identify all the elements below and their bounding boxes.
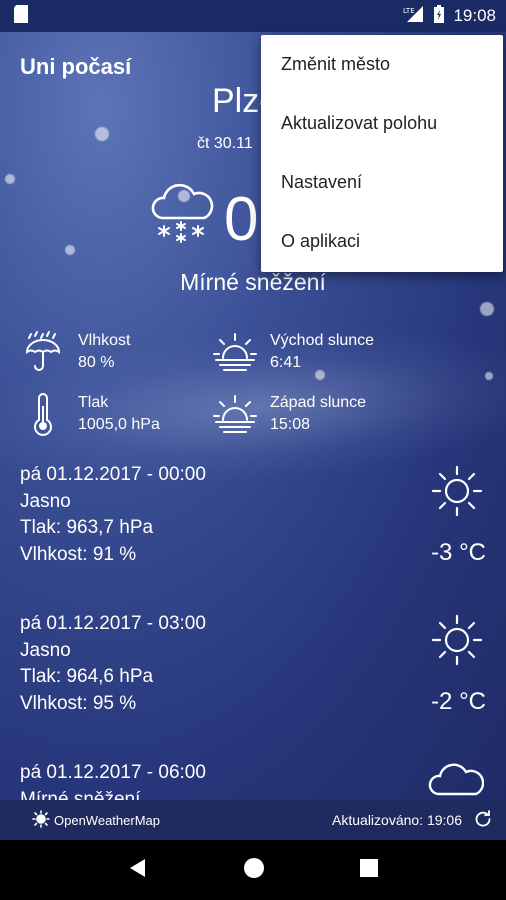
forecast-datetime: pá 01.12.2017 - 06:00 xyxy=(20,762,206,783)
detail-label: Tlak xyxy=(78,394,109,411)
menu-item-update-location[interactable]: Aktualizovat polohu xyxy=(261,94,503,153)
snowflake-decoration xyxy=(95,127,109,141)
menu-item-settings[interactable]: Nastavení xyxy=(261,153,503,212)
forecast-humidity: Vlhkost: 91 % xyxy=(20,543,137,565)
forecast-pressure: Tlak: 963,7 hPa xyxy=(20,517,154,538)
openweathermap-logo-icon xyxy=(32,809,50,831)
detail-sunset: Západ slunce 15:08 xyxy=(210,392,366,442)
status-time: 19:08 xyxy=(453,6,496,25)
provider-name: OpenWeatherMap xyxy=(54,812,160,828)
forecast-item[interactable]: pá 01.12.2017 - 03:00 Jasno Tlak: 964,6 … xyxy=(0,611,506,751)
detail-value: 6:41 xyxy=(270,354,302,371)
status-bar: LTE 19:08 xyxy=(0,0,506,32)
snow-cloud-icon xyxy=(428,760,485,800)
battery-icon xyxy=(433,4,445,29)
snowflake-decoration xyxy=(485,372,493,380)
umbrella-rain-icon xyxy=(18,330,68,380)
svg-text:LTE: LTE xyxy=(403,7,415,15)
recents-icon[interactable] xyxy=(359,858,379,883)
snow-cloud-icon xyxy=(148,180,214,249)
updated-time: Aktualizováno: 19:06 xyxy=(332,812,462,828)
footer-bar: OpenWeatherMap Aktualizováno: 19:06 xyxy=(0,800,506,840)
forecast-item[interactable]: pá 01.12.2017 - 06:00 Mírné sněžení xyxy=(0,760,506,800)
sunset-icon xyxy=(210,392,260,442)
forecast-datetime: pá 01.12.2017 - 03:00 xyxy=(20,613,206,634)
forecast-condition: Mírné sněžení xyxy=(20,788,141,801)
refresh-icon[interactable] xyxy=(474,809,492,831)
detail-label: Vlhkost xyxy=(78,332,131,349)
detail-label: Východ slunce xyxy=(270,332,375,349)
detail-value: 1005,0 hPa xyxy=(78,416,160,433)
forecast-humidity: Vlhkost: 95 % xyxy=(20,692,137,714)
detail-pressure: Tlak 1005,0 hPa xyxy=(18,392,160,442)
menu-item-change-city[interactable]: Změnit město xyxy=(261,35,503,94)
forecast-condition: Jasno xyxy=(20,490,71,512)
detail-label: Západ slunce xyxy=(270,394,367,411)
sd-card-icon xyxy=(12,4,30,29)
detail-humidity: Vlhkost 80 % xyxy=(18,330,130,380)
forecast-datetime: pá 01.12.2017 - 00:00 xyxy=(20,464,206,485)
back-icon[interactable] xyxy=(127,857,149,884)
snowflake-decoration xyxy=(480,302,494,316)
forecast-temperature: -2 °C xyxy=(431,688,486,715)
overflow-menu: Změnit město Aktualizovat polohu Nastave… xyxy=(261,35,503,272)
detail-value: 80 % xyxy=(78,354,115,371)
home-icon[interactable] xyxy=(242,856,266,885)
snowflake-decoration xyxy=(5,174,15,184)
snowflake-decoration xyxy=(65,245,75,255)
current-condition: Mírné sněžení xyxy=(180,269,326,295)
forecast-temperature: -3 °C xyxy=(431,539,486,566)
forecast-condition: Jasno xyxy=(20,639,71,661)
sun-icon xyxy=(430,464,484,523)
detail-sunrise: Východ slunce 6:41 xyxy=(210,330,374,380)
forecast-item[interactable]: pá 01.12.2017 - 00:00 Jasno Tlak: 963,7 … xyxy=(0,462,506,602)
sunrise-icon xyxy=(210,330,260,380)
current-temperature: 0 xyxy=(224,185,259,254)
navigation-bar xyxy=(0,840,506,900)
menu-item-about[interactable]: O aplikaci xyxy=(261,212,503,271)
app-title: Uni počasí xyxy=(20,54,132,79)
detail-value: 15:08 xyxy=(270,416,311,433)
forecast-pressure: Tlak: 964,6 hPa xyxy=(20,666,154,687)
thermometer-icon xyxy=(18,392,68,442)
lte-signal-icon: LTE xyxy=(401,4,425,29)
sun-icon xyxy=(430,613,484,672)
current-date: čt 30.11 xyxy=(197,135,253,152)
